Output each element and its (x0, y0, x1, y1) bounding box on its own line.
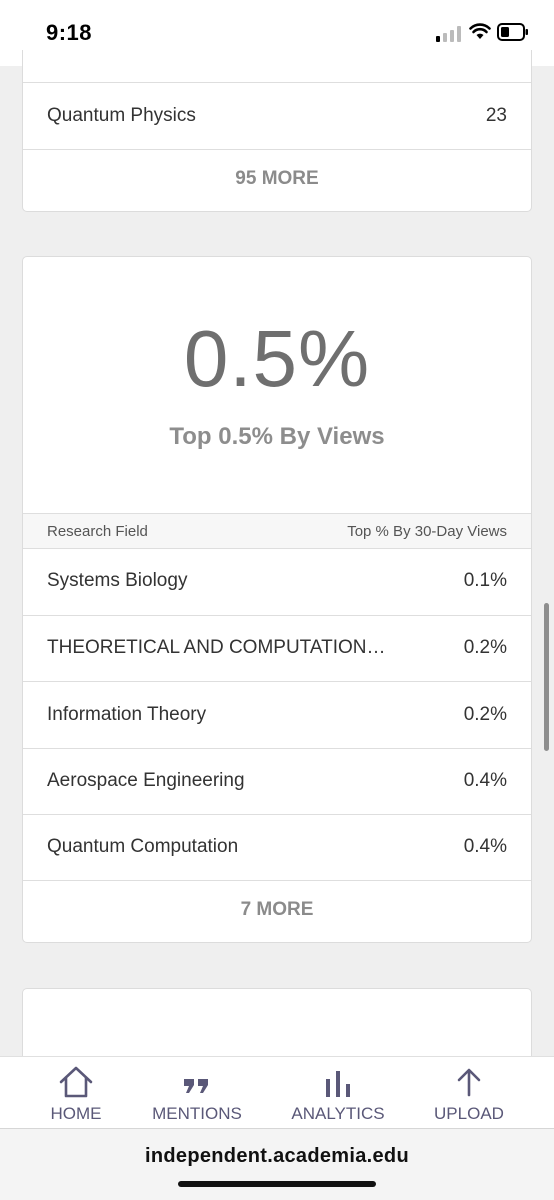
status-time: 9:18 (46, 20, 93, 45)
rank-card: 0.5% Top 0.5% By Views Research Field To… (22, 256, 532, 943)
field-count-card: Quantum Physics 23 95 MORE (22, 50, 532, 212)
research-field-name: Aerospace Engineering (47, 770, 245, 791)
table-row[interactable]: Information Theory 0.2% (23, 681, 531, 748)
research-field-percent: 0.4% (463, 836, 507, 857)
more-button[interactable]: 7 MORE (23, 880, 531, 942)
wifi-icon (469, 23, 491, 39)
table-row[interactable]: Aerospace Engineering 0.4% (23, 748, 531, 814)
arrow-up-icon (457, 1068, 481, 1097)
more-button[interactable]: 95 MORE (23, 149, 531, 211)
quote-icon (184, 1079, 208, 1093)
scrollbar[interactable] (544, 603, 549, 751)
table-row[interactable]: Quantum Computation 0.4% (23, 814, 531, 880)
table-header: Research Field Top % By 30-Day Views (23, 513, 531, 549)
tab-mentions-label: MENTIONS (152, 1104, 242, 1123)
tab-mentions[interactable]: MENTIONS (146, 1057, 248, 1129)
tab-analytics-label: ANALYTICS (291, 1104, 385, 1123)
tab-analytics[interactable]: ANALYTICS (286, 1057, 390, 1129)
top-percent-subtitle: Top 0.5% By Views (169, 423, 385, 450)
field-name: Quantum Physics (47, 105, 196, 126)
column-header-research-field: Research Field (47, 523, 148, 540)
research-field-percent: 0.2% (463, 704, 507, 725)
top-percent-value: 0.5% (183, 314, 371, 403)
research-field-percent: 0.1% (463, 570, 507, 591)
browser-url-bar[interactable]: independent.academia.edu (0, 1128, 554, 1200)
research-field-percent: 0.2% (463, 637, 507, 658)
list-item[interactable]: Quantum Physics 23 (23, 82, 531, 149)
home-icon (59, 1066, 93, 1098)
research-field-name: THEORETICAL AND COMPUTATION… (47, 637, 386, 658)
research-field-name: Quantum Computation (47, 836, 239, 857)
home-indicator (178, 1181, 376, 1187)
url-text: independent.academia.edu (145, 1145, 409, 1167)
research-field-name: Information Theory (47, 704, 207, 725)
tab-upload-label: UPLOAD (434, 1104, 504, 1123)
tab-home[interactable]: HOME (30, 1057, 122, 1129)
cellular-signal-icon (436, 26, 461, 42)
battery-icon (497, 23, 528, 41)
bar-chart-icon (326, 1071, 350, 1097)
table-row[interactable]: Systems Biology 0.1% (23, 549, 531, 615)
tab-upload[interactable]: UPLOAD (426, 1057, 512, 1129)
field-count: 23 (485, 105, 507, 126)
table-row[interactable]: THEORETICAL AND COMPUTATION… 0.2% (23, 615, 531, 681)
column-header-top-percent: Top % By 30-Day Views (347, 523, 507, 540)
research-field-percent: 0.4% (463, 770, 507, 791)
tab-home-label: HOME (50, 1104, 102, 1123)
bottom-tab-bar: HOME MENTIONS ANALYTICS UPLOAD (0, 1056, 554, 1128)
research-field-name: Systems Biology (47, 570, 188, 591)
